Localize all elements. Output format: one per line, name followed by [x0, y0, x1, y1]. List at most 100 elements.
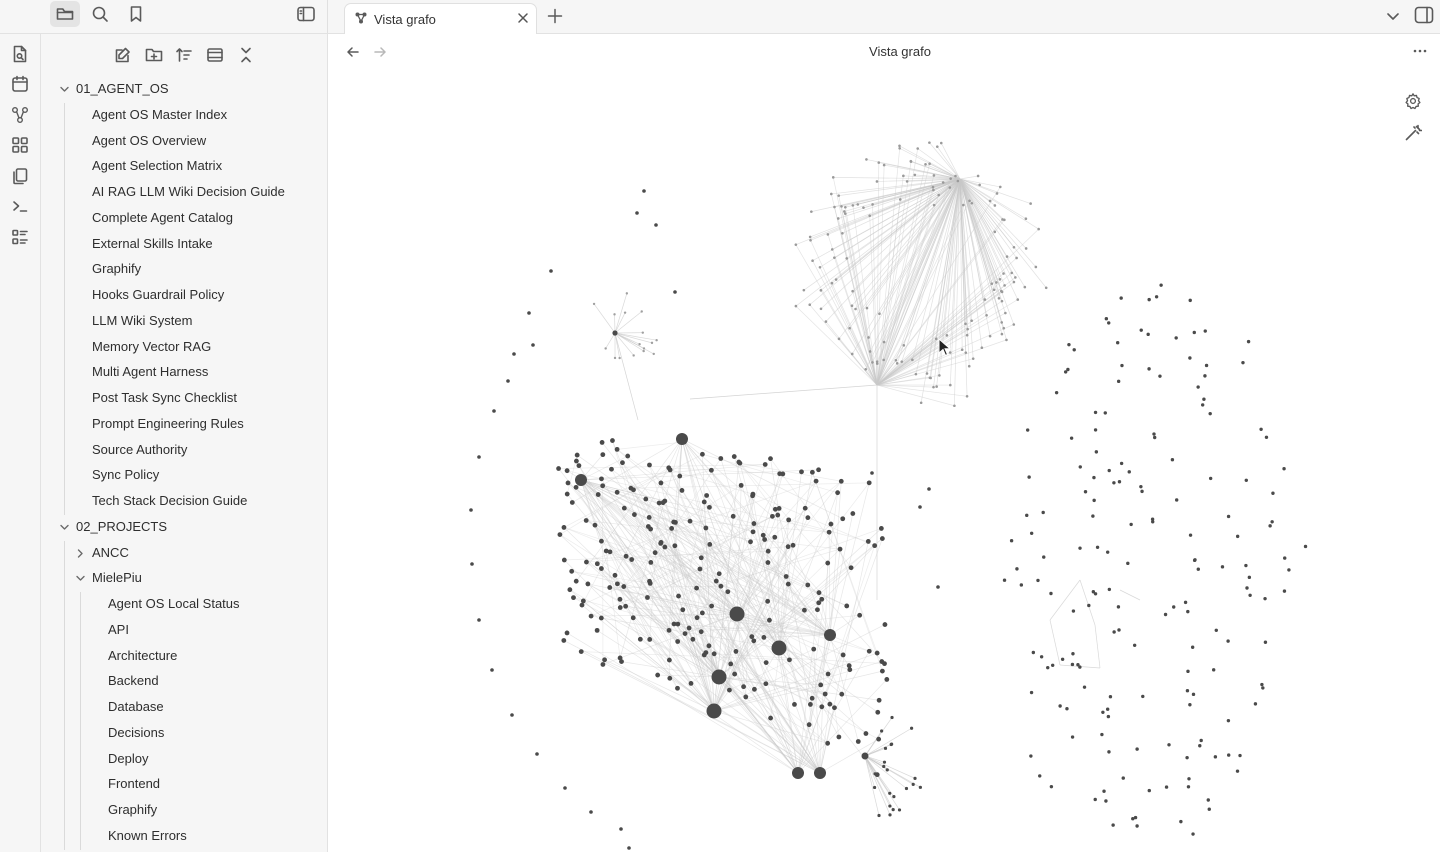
graph-node[interactable] — [1220, 565, 1225, 569]
graph-node[interactable] — [1203, 374, 1207, 378]
graph-node[interactable] — [1104, 317, 1109, 321]
graph-node[interactable] — [510, 713, 514, 717]
graph-node[interactable] — [879, 668, 885, 674]
graph-node[interactable] — [1019, 583, 1024, 587]
graph-node[interactable] — [646, 514, 652, 520]
graph-node[interactable] — [680, 607, 686, 613]
graph-node[interactable] — [647, 462, 652, 468]
graph-node[interactable] — [612, 330, 618, 336]
graph-node[interactable] — [1208, 411, 1212, 416]
graph-node[interactable] — [673, 290, 677, 294]
graph-node[interactable] — [808, 303, 812, 307]
graph-node[interactable] — [768, 456, 773, 462]
graph-node[interactable] — [939, 141, 943, 145]
graph-node[interactable] — [765, 560, 771, 565]
graph-node[interactable] — [918, 785, 922, 789]
graph-node[interactable] — [579, 602, 585, 608]
graph-node[interactable] — [932, 385, 935, 389]
graph-node[interactable] — [1012, 323, 1016, 326]
graph-node[interactable] — [919, 401, 923, 405]
graph-node[interactable] — [830, 248, 834, 251]
graph-node[interactable] — [902, 174, 905, 178]
graph-node[interactable] — [760, 532, 766, 538]
graph-node[interactable] — [1159, 283, 1163, 287]
graph-node[interactable] — [750, 529, 756, 535]
graph-node[interactable] — [871, 203, 874, 206]
graph-node[interactable] — [935, 145, 939, 148]
graph-node[interactable] — [600, 662, 606, 667]
graph-node[interactable] — [1126, 561, 1130, 566]
graph-node[interactable] — [627, 846, 631, 850]
tree-file[interactable]: Hooks Guardrail Policy — [92, 283, 224, 307]
graph-node[interactable] — [1103, 411, 1107, 415]
graph-node[interactable] — [765, 548, 771, 554]
graph-node[interactable] — [1083, 490, 1088, 494]
graph-node[interactable] — [732, 671, 738, 677]
graph-node[interactable] — [888, 813, 892, 817]
graph-node[interactable] — [675, 639, 681, 644]
tree-file[interactable]: Tech Stack Decision Guide — [92, 489, 247, 513]
graph-node[interactable] — [625, 453, 631, 459]
graph-node[interactable] — [1208, 476, 1213, 481]
graph-node[interactable] — [1015, 567, 1019, 571]
graph-node[interactable] — [1151, 520, 1155, 524]
graph-node[interactable] — [1235, 534, 1240, 539]
graph-node[interactable] — [830, 192, 833, 196]
graph-node[interactable] — [1282, 467, 1286, 471]
graph-node[interactable] — [1188, 703, 1192, 707]
graph-node[interactable] — [1132, 643, 1137, 647]
sort-button[interactable] — [173, 44, 195, 66]
graph-node[interactable] — [658, 480, 664, 486]
graph-node[interactable] — [1193, 558, 1197, 562]
graph-node[interactable] — [1002, 578, 1007, 582]
graph-node[interactable] — [892, 795, 896, 799]
tree-file[interactable]: Sync Policy — [92, 463, 159, 487]
graph-node[interactable] — [1082, 685, 1087, 689]
graph-node[interactable] — [913, 173, 917, 177]
graph-node[interactable] — [686, 625, 692, 631]
graph-node[interactable] — [631, 487, 636, 493]
graph-node[interactable] — [875, 709, 881, 715]
graph-node[interactable] — [625, 292, 629, 295]
graph-node[interactable] — [850, 304, 854, 308]
graph-node[interactable] — [1115, 341, 1120, 345]
graph-node[interactable] — [642, 347, 646, 350]
graph-node[interactable] — [1000, 290, 1004, 294]
graph-node[interactable] — [1025, 428, 1030, 432]
graph-node[interactable] — [1027, 475, 1031, 479]
graph-node[interactable] — [1152, 432, 1156, 436]
graph-node[interactable] — [621, 505, 627, 511]
tree-file[interactable]: External Skills Intake — [92, 232, 213, 256]
graph-node[interactable] — [831, 176, 835, 179]
graph-node[interactable] — [911, 782, 915, 787]
graph-node[interactable] — [1268, 524, 1272, 528]
graph-node[interactable] — [1226, 514, 1231, 519]
graph-node[interactable] — [1164, 785, 1169, 789]
graph-node[interactable] — [854, 307, 857, 311]
graph-node[interactable] — [1002, 272, 1005, 275]
graph-node[interactable] — [1186, 785, 1191, 789]
right-sidebar-toggle-icon[interactable] — [1413, 5, 1435, 25]
graph-node[interactable] — [574, 458, 579, 464]
graph-node[interactable] — [527, 311, 531, 315]
graph-node[interactable] — [647, 637, 653, 642]
graph-node[interactable] — [953, 404, 956, 408]
graph-node[interactable] — [932, 188, 935, 192]
graph-node[interactable] — [1120, 363, 1124, 368]
graph-node[interactable] — [1191, 692, 1196, 697]
graph-node[interactable] — [675, 621, 681, 627]
graph-node[interactable] — [794, 243, 798, 246]
graph-node[interactable] — [1196, 567, 1200, 571]
graph-node[interactable] — [1203, 329, 1207, 333]
graph-node[interactable] — [1049, 591, 1053, 596]
graph-node[interactable] — [640, 310, 643, 313]
graph-node[interactable] — [564, 630, 570, 636]
graph-node[interactable] — [556, 466, 561, 471]
graph-node[interactable] — [954, 174, 957, 178]
graph-node[interactable] — [962, 203, 965, 207]
graph-node[interactable] — [671, 519, 677, 525]
graph-node[interactable] — [970, 201, 974, 205]
graph-node[interactable] — [642, 349, 645, 353]
graph-node[interactable] — [765, 598, 771, 604]
graph-node[interactable] — [666, 657, 672, 663]
